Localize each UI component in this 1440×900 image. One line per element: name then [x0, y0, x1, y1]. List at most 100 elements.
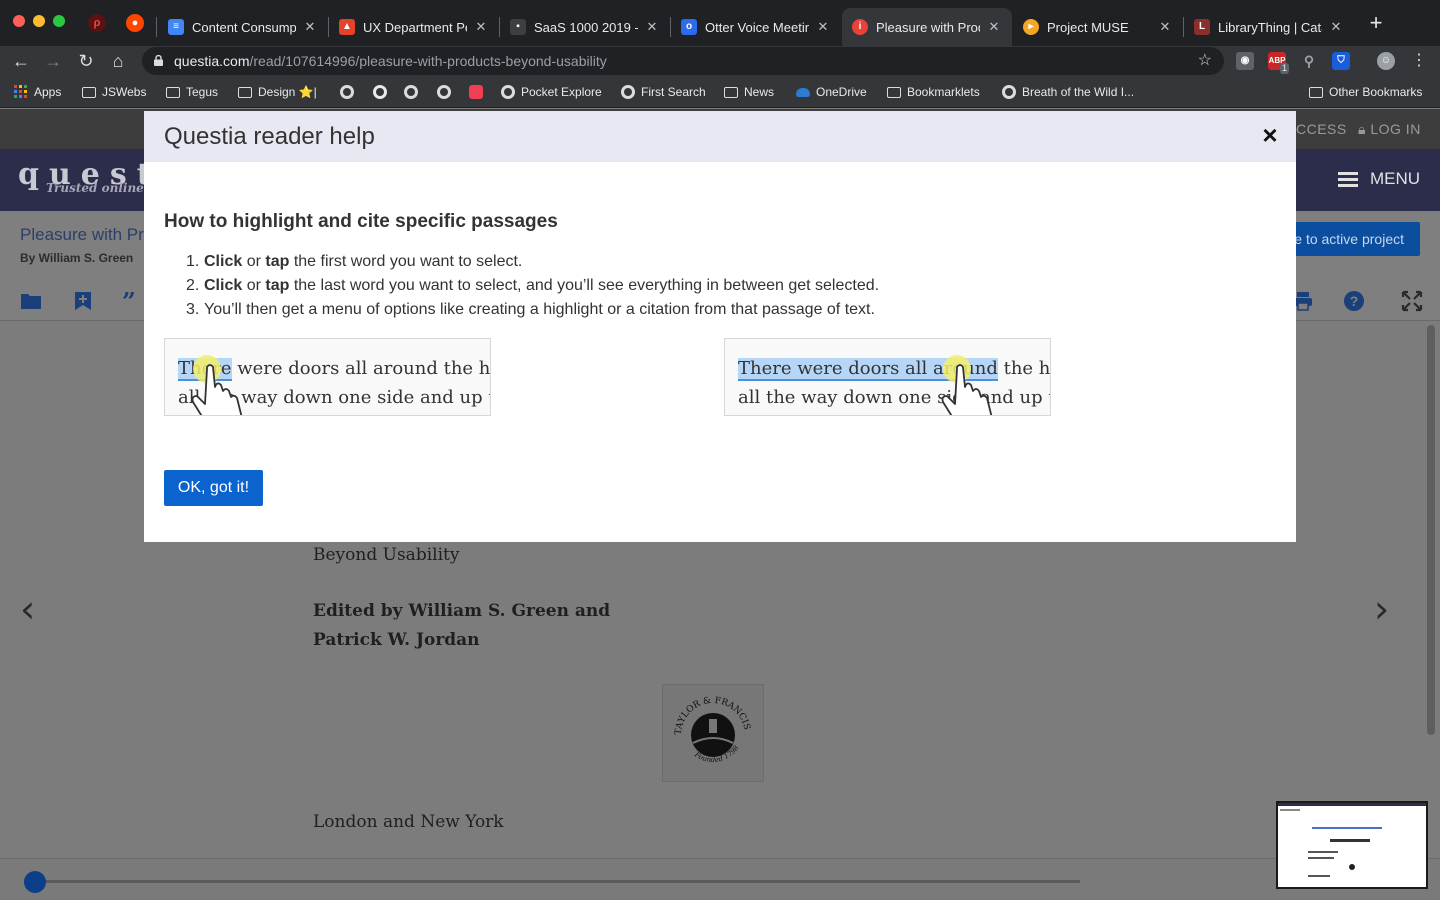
browser-tab-bar: ρ ● ≡ Content Consumptio ✕ ▲ UX Departme…	[0, 0, 1440, 46]
close-window-button[interactable]	[13, 15, 25, 27]
bookmark-apps[interactable]: Apps	[14, 83, 61, 101]
bookmark-globe-2[interactable]	[404, 83, 424, 101]
close-tab-icon[interactable]: ✕	[815, 19, 831, 35]
pointer-hand-icon	[941, 355, 993, 415]
globe-icon	[404, 85, 418, 99]
tab-pleasure-with-products[interactable]: i Pleasure with Produ ✕	[842, 8, 1012, 46]
pinned-tab-readwise-icon[interactable]: ρ	[88, 14, 106, 32]
bookmark-globe-1[interactable]	[340, 83, 360, 101]
help-icon[interactable]: ?	[1343, 290, 1365, 312]
bookmark-star-icon[interactable]: ☆	[1198, 47, 1212, 75]
bookmark-breath-of-the-wild[interactable]: Breath of the Wild I...	[1002, 83, 1134, 101]
bookmark-onedrive[interactable]: OneDrive	[796, 83, 867, 101]
help-step-3: 3. You’ll then get a menu of options like…	[186, 300, 879, 324]
step-keyword: tap	[265, 277, 290, 294]
more-menu-icon[interactable]: ⋮	[1408, 50, 1430, 72]
fullscreen-icon[interactable]	[1401, 290, 1423, 312]
tab-librarything[interactable]: L LibraryThing | Catal ✕	[1184, 8, 1354, 46]
bookmark-news[interactable]: News	[724, 83, 774, 101]
close-tab-icon[interactable]: ✕	[1157, 19, 1173, 35]
bookmark-label: Design ⭐️|	[258, 85, 317, 99]
minimize-window-button[interactable]	[33, 15, 45, 27]
globe-icon	[1002, 85, 1016, 99]
step-text: or	[242, 277, 266, 294]
highlight-demo-first-word: There were doors all around the hall, al…	[164, 338, 491, 416]
bitwarden-extension-icon[interactable]: ⛉	[1332, 52, 1350, 70]
close-tab-icon[interactable]: ✕	[473, 19, 489, 35]
back-arrow-icon[interactable]: ←	[10, 50, 32, 72]
folder-icon	[238, 86, 252, 98]
bookmark-label: Breath of the Wild I...	[1022, 85, 1135, 99]
book-subtitle: Beyond Usability	[313, 545, 460, 565]
bookmark-label: Bookmarklets	[907, 85, 980, 99]
close-tab-icon[interactable]: ✕	[644, 19, 660, 35]
muse-icon: ▸	[1023, 19, 1039, 35]
bookmark-label: JSWebs	[102, 85, 147, 99]
bookmark-design[interactable]: Design ⭐️|	[238, 83, 317, 101]
bookmark-label: Apps	[34, 85, 62, 99]
step-text: or	[242, 253, 266, 270]
page-scrollbar-thumb[interactable]	[1427, 325, 1435, 735]
ok-got-it-button[interactable]: OK, got it!	[164, 470, 263, 506]
tab-title: Otter Voice Meeting	[705, 19, 809, 35]
librarything-icon: L	[1194, 19, 1210, 35]
bookmark-pocket-explore[interactable]: Pocket Explore	[501, 83, 602, 101]
close-tab-icon[interactable]: ✕	[1328, 19, 1344, 35]
add-bookmark-icon[interactable]	[72, 290, 94, 312]
reader-help-modal: Questia reader help × How to highlight a…	[144, 111, 1296, 542]
runner-extension-icon[interactable]: ⚲	[1300, 52, 1318, 70]
address-bar[interactable]: questia.com/read/107614996/pleasure-with…	[142, 47, 1224, 75]
close-icon[interactable]: ×	[1258, 121, 1282, 149]
page-thumbnail-preview[interactable]	[1276, 801, 1428, 889]
tab-content-consumption[interactable]: ≡ Content Consumptio ✕	[158, 8, 328, 46]
new-tab-button[interactable]: +	[1366, 12, 1386, 34]
access-link[interactable]: CCESS	[1296, 121, 1347, 137]
bookmark-tegus[interactable]: Tegus	[166, 83, 218, 101]
tab-saas-1000[interactable]: ▪ SaaS 1000 2019 - S ✕	[500, 8, 670, 46]
lock-icon: 🔒︎	[1358, 121, 1371, 137]
tab-separator	[156, 17, 157, 37]
tab-ux-department[interactable]: ▲ UX Department Perf ✕	[329, 8, 499, 46]
close-tab-icon[interactable]: ✕	[302, 19, 318, 35]
globe-icon	[621, 85, 635, 99]
book-title[interactable]: Pleasure with Pr	[20, 225, 144, 245]
bookmark-pocket[interactable]	[469, 83, 489, 101]
tab-otter-voice[interactable]: o Otter Voice Meeting ✕	[671, 8, 841, 46]
folder-icon	[166, 86, 180, 98]
bookmark-instapaper[interactable]	[373, 83, 393, 101]
progress-track[interactable]	[30, 880, 1080, 883]
book-publisher-location: London and New York	[313, 812, 504, 832]
forward-arrow-icon[interactable]: →	[42, 50, 64, 72]
folder-icon[interactable]	[20, 290, 42, 312]
next-page-chevron-icon[interactable]: ›	[1374, 587, 1389, 631]
bookmark-label: Pocket Explore	[521, 85, 602, 99]
camera-extension-icon[interactable]: ◉	[1236, 52, 1254, 70]
svg-text:?: ?	[1350, 293, 1359, 309]
active-project-label: e to active project	[1294, 231, 1404, 247]
bookmark-jswebs[interactable]: JSWebs	[82, 83, 146, 101]
home-icon[interactable]: ⌂	[107, 50, 129, 72]
bookmark-other[interactable]: Other Bookmarks	[1309, 83, 1422, 101]
reading-progress-bar	[0, 858, 1440, 900]
login-link[interactable]: 🔒︎ LOG IN	[1358, 121, 1421, 138]
profile-avatar-icon[interactable]: ☺	[1377, 52, 1395, 70]
tab-title: LibraryThing | Catal	[1218, 19, 1322, 35]
reload-icon[interactable]: ↻	[75, 50, 97, 72]
tab-project-muse[interactable]: ▸ Project MUSE ✕	[1013, 8, 1183, 46]
step-keyword: Click	[204, 277, 243, 294]
step-number: 3.	[186, 301, 200, 318]
zoom-window-button[interactable]	[53, 15, 65, 27]
bookmark-first-search[interactable]: First Search	[621, 83, 706, 101]
menu-button[interactable]: MENU	[1337, 169, 1420, 189]
progress-slider-handle[interactable]	[24, 871, 46, 893]
bookmark-bookmarklets[interactable]: Bookmarklets	[887, 83, 980, 101]
bookmark-globe-3[interactable]	[437, 83, 457, 101]
folder-icon	[887, 86, 901, 98]
pinned-tab-reddit-icon[interactable]: ●	[126, 14, 144, 32]
book-editors-line1: Edited by William S. Green and	[313, 601, 611, 621]
close-tab-icon[interactable]: ✕	[986, 19, 1002, 35]
bookmark-label: First Search	[641, 85, 706, 99]
publisher-seal: TAYLOR & FRANCIS Founded 1798	[662, 684, 764, 782]
previous-page-chevron-icon[interactable]: ‹	[20, 587, 35, 631]
cite-quote-icon[interactable]: ”	[121, 290, 143, 312]
